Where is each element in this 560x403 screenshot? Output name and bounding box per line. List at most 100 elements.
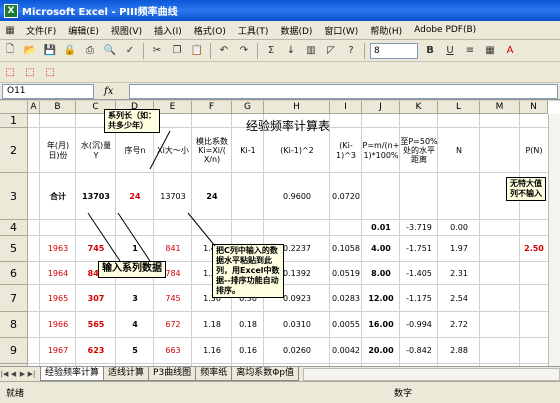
menu-tools[interactable]: 工具(T) (232, 24, 275, 37)
fx-icon[interactable]: fx (104, 86, 113, 97)
pdf-email-icon[interactable]: ⬚ (22, 64, 38, 80)
name-box[interactable]: O11 (2, 83, 94, 99)
tab-curve-fitting[interactable]: 适线计算 (103, 367, 150, 381)
column-header-a[interactable]: A (28, 101, 40, 114)
underline-button[interactable]: U (442, 43, 458, 59)
data-cell-b[interactable]: 1965 (40, 285, 76, 312)
header-l[interactable]: N (438, 128, 480, 173)
menu-window[interactable]: 窗口(W) (318, 24, 364, 37)
chart-wizard-icon[interactable]: ▥ (303, 43, 319, 59)
print-icon[interactable]: ⎙ (82, 43, 98, 59)
row-header-6[interactable]: 6 (0, 262, 28, 285)
column-header-k[interactable]: K (400, 101, 438, 114)
sort-ascending-icon[interactable]: ↓ (283, 43, 299, 59)
cell-f3[interactable]: 24 (192, 173, 232, 220)
data-cell-e[interactable]: 663 (154, 338, 192, 364)
menu-insert[interactable]: 插入(I) (148, 24, 188, 37)
data-cell-k[interactable]: -1.751 (400, 236, 438, 262)
data-cell-e[interactable]: 745 (154, 285, 192, 312)
data-cell-j[interactable]: 8.00 (362, 262, 400, 285)
data-cell-l[interactable]: 2.88 (438, 338, 480, 364)
data-cell-l[interactable]: 2.54 (438, 285, 480, 312)
cell-j4[interactable]: 0.01 (362, 220, 400, 236)
print-preview-icon[interactable]: 🔍 (102, 43, 118, 59)
column-header-f[interactable]: F (192, 101, 232, 114)
data-cell-j[interactable]: 4.00 (362, 236, 400, 262)
vertical-scrollbar[interactable] (548, 114, 560, 366)
data-cell-h[interactable]: 0.0260 (264, 338, 330, 364)
font-color-icon[interactable]: A (502, 43, 518, 59)
row-header-8[interactable]: 8 (0, 312, 28, 338)
cell-l4[interactable]: 0.00 (438, 220, 480, 236)
tab-probability-paper[interactable]: 频率纸 (195, 367, 233, 381)
row-header-3[interactable]: 3 (0, 173, 28, 220)
data-cell-k[interactable]: -0.842 (400, 338, 438, 364)
cell-c3[interactable]: 13703 (76, 173, 116, 220)
save-icon[interactable]: 💾 (42, 43, 58, 59)
spelling-icon[interactable]: ✓ (122, 43, 138, 59)
header-h[interactable]: (Ki-1)^2 (264, 128, 330, 173)
header-n[interactable]: P(N) (520, 128, 548, 173)
data-cell-i[interactable]: 0.1058 (330, 236, 362, 262)
data-cell-d[interactable]: 3 (116, 285, 154, 312)
header-k[interactable]: 至P=50% 处的水平 距离 (400, 128, 438, 173)
data-cell-k[interactable]: -0.994 (400, 312, 438, 338)
data-cell-l[interactable]: 1.97 (438, 236, 480, 262)
data-cell-n[interactable] (520, 262, 548, 285)
menu-adobe-pdf[interactable]: Adobe PDF(B) (408, 25, 482, 35)
open-icon[interactable]: 📂 (22, 43, 38, 59)
menu-format[interactable]: 格式(O) (188, 24, 232, 37)
bold-button[interactable]: B (422, 43, 438, 59)
data-cell-i[interactable]: 0.0283 (330, 285, 362, 312)
data-cell-k[interactable]: -1.175 (400, 285, 438, 312)
header-i[interactable]: (Ki-1)^3 (330, 128, 362, 173)
autosum-icon[interactable]: Σ (263, 43, 279, 59)
cell-d3[interactable]: 24 (116, 173, 154, 220)
menu-edit[interactable]: 编辑(E) (62, 24, 105, 37)
row-header-7[interactable]: 7 (0, 285, 28, 312)
column-header-j[interactable]: J (362, 101, 400, 114)
row-header-9[interactable]: 9 (0, 338, 28, 364)
redo-icon[interactable]: ↷ (236, 43, 252, 59)
select-all-corner[interactable] (0, 101, 28, 114)
data-cell-b[interactable]: 1966 (40, 312, 76, 338)
data-cell-i[interactable]: 0.0042 (330, 338, 362, 364)
column-header-h[interactable]: H (264, 101, 330, 114)
data-cell-g[interactable]: 0.16 (232, 338, 264, 364)
data-cell-b[interactable]: 1967 (40, 338, 76, 364)
data-cell-b[interactable]: 1963 (40, 236, 76, 262)
data-cell-f[interactable]: 1.16 (192, 338, 232, 364)
tab-p3-curve[interactable]: P3曲线图 (148, 367, 197, 381)
font-size-select[interactable]: 8 (370, 42, 418, 59)
column-header-n[interactable]: N (520, 101, 548, 114)
header-g[interactable]: Ki-1 (232, 128, 264, 173)
column-header-b[interactable]: B (40, 101, 76, 114)
horizontal-scrollbar[interactable] (303, 367, 560, 381)
data-cell-n[interactable] (520, 285, 548, 312)
header-b[interactable]: 年(月) 日)份 (40, 128, 76, 173)
data-cell-j[interactable]: 16.00 (362, 312, 400, 338)
menu-data[interactable]: 数据(D) (274, 24, 318, 37)
data-cell-j[interactable]: 20.00 (362, 338, 400, 364)
data-cell-k[interactable]: -1.405 (400, 262, 438, 285)
data-cell-h[interactable]: 0.0310 (264, 312, 330, 338)
borders-icon[interactable]: ▦ (482, 43, 498, 59)
cell-h3[interactable]: 0.9600 (264, 173, 330, 220)
workbook-icon[interactable]: ▦ (2, 22, 18, 38)
formula-input[interactable] (129, 83, 558, 99)
data-cell-n[interactable]: 2.50 (520, 236, 548, 262)
menu-help[interactable]: 帮助(H) (364, 24, 408, 37)
cut-icon[interactable]: ✂ (149, 43, 165, 59)
data-cell-d[interactable]: 5 (116, 338, 154, 364)
drawing-icon[interactable]: ◸ (323, 43, 339, 59)
header-e[interactable]: Xi大～小 (154, 128, 192, 173)
data-cell-e[interactable]: 672 (154, 312, 192, 338)
data-cell-n[interactable] (520, 312, 548, 338)
header-d[interactable]: 序号n (116, 128, 154, 173)
data-cell-g[interactable]: 0.18 (232, 312, 264, 338)
data-cell-l[interactable]: 2.31 (438, 262, 480, 285)
header-j[interactable]: P=m/(n+ 1)*100% (362, 128, 400, 173)
next-sheet-icon[interactable]: ▶ (18, 369, 27, 380)
help-icon[interactable]: ? (343, 43, 359, 59)
tab-deviation-coefficient[interactable]: 离均系数Φp值 (231, 367, 300, 381)
